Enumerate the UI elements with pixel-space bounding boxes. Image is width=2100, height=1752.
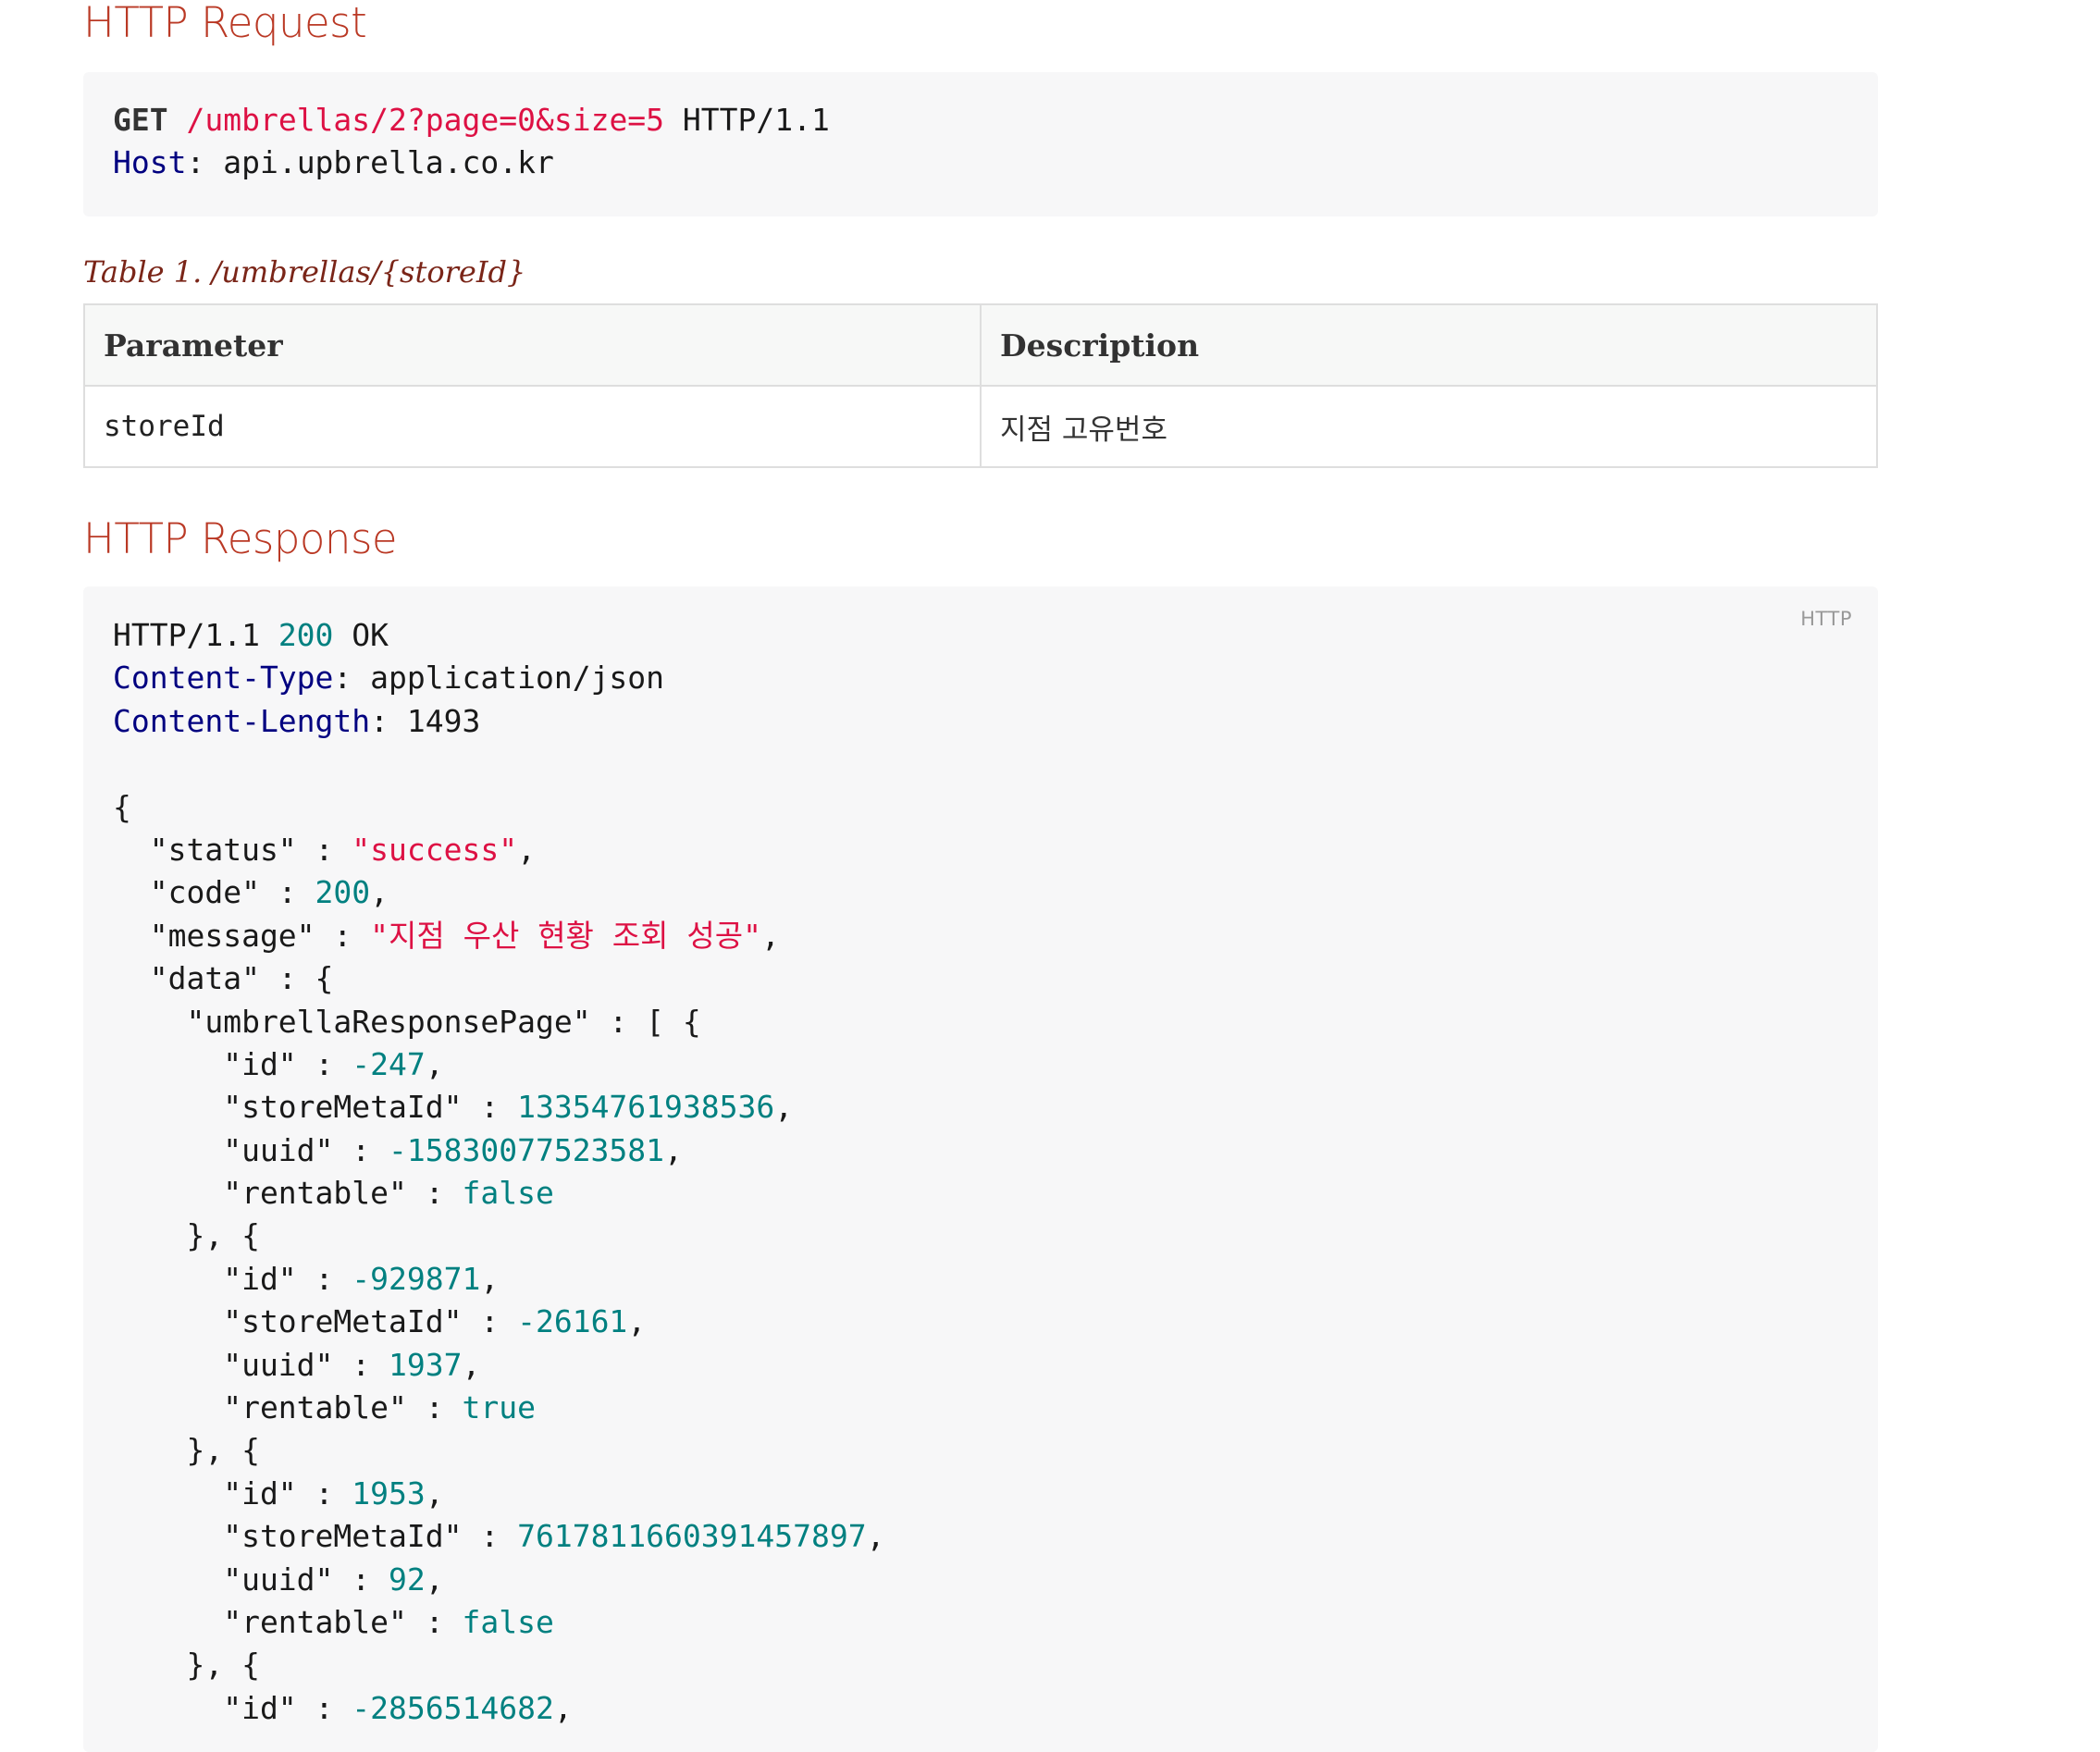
json-page-line: "umbrellaResponsePage" : [ { <box>113 1003 701 1040</box>
json-item-id: "id" : -247, <box>113 1045 444 1082</box>
json-boolean-value: false <box>462 1603 554 1640</box>
description-cell: 지점 고유번호 <box>980 385 1878 468</box>
json-number-value: 92 <box>389 1561 426 1598</box>
table-row: storeId 지점 고유번호 <box>83 385 1878 468</box>
json-message-line: "message" : "지점 우산 현황 조회 성공", <box>113 917 780 954</box>
json-number-value: 1953 <box>352 1474 426 1511</box>
json-string-value: "지점 우산 현황 조회 성공" <box>370 917 761 954</box>
json-item-rentable: "rentable" : false <box>113 1603 554 1640</box>
host-header-value: : api.upbrella.co.kr <box>186 144 554 181</box>
json-item-separator: }, { <box>113 1432 260 1469</box>
description-column-header: Description <box>980 303 1878 387</box>
response-header-key: Content-Type <box>113 660 334 697</box>
json-number-value: -2856514682 <box>352 1689 554 1726</box>
status-line: HTTP/1.1 200 OK <box>113 614 1848 657</box>
json-number-value: -26161 <box>517 1303 628 1340</box>
language-label: HTTP <box>1800 608 1852 630</box>
host-header-key: Host <box>113 144 187 181</box>
json-item-storemetaid: "storeMetaId" : 13354761938536, <box>113 1089 794 1126</box>
json-key: "code" : <box>113 874 315 911</box>
json-number-value: 200 <box>315 874 371 911</box>
json-code-line: "code" : 200, <box>113 874 389 911</box>
json-item-uuid: "uuid" : -15830077523581, <box>113 1131 683 1168</box>
json-key: "message" : <box>113 917 371 954</box>
status-code: 200 <box>278 617 334 653</box>
json-number-value: -247 <box>352 1045 426 1082</box>
json-number-value: -15830077523581 <box>389 1131 665 1168</box>
json-item-separator: }, { <box>113 1217 260 1254</box>
request-protocol: HTTP/1.1 <box>664 102 830 138</box>
response-header-line: Content-Length: 1493 <box>113 700 1848 743</box>
json-status-line: "status" : "success", <box>113 831 536 868</box>
json-item-id: "id" : -929871, <box>113 1260 500 1297</box>
json-item-uuid: "uuid" : 92, <box>113 1561 444 1598</box>
json-string-value: "success" <box>352 831 518 868</box>
json-data-line: "data" : { <box>113 960 334 997</box>
http-request-code-block: GET /umbrellas/2?page=0&size=5 HTTP/1.1 … <box>83 72 1878 216</box>
json-item-rentable: "rentable" : true <box>113 1389 536 1426</box>
request-path: /umbrellas/2?page=0&size=5 <box>186 102 665 138</box>
json-item-storemetaid: "storeMetaId" : 7617811660391457897, <box>113 1518 885 1555</box>
response-header-value: : application/json <box>333 660 665 697</box>
json-item-id: "id" : -2856514682, <box>113 1689 573 1726</box>
http-response-code-block: HTTP HTTP/1.1 200 OK Content-Type: appli… <box>83 586 1878 1752</box>
json-item-separator: }, { <box>113 1647 260 1684</box>
table-header-row: Parameter Description <box>83 303 1878 387</box>
json-key: "status" : <box>113 831 352 868</box>
json-item-uuid: "uuid" : 1937, <box>113 1346 481 1383</box>
json-number-value: -929871 <box>352 1260 481 1297</box>
response-header-value: : 1493 <box>370 702 481 739</box>
parameter-column-header: Parameter <box>83 303 982 387</box>
table-caption: Table 1. /umbrellas/{storeId} <box>83 254 526 290</box>
request-method: GET <box>113 102 168 138</box>
http-response-heading: HTTP Response <box>83 514 398 563</box>
status-protocol: HTTP/1.1 <box>113 617 278 653</box>
json-number-value: 13354761938536 <box>517 1089 775 1126</box>
json-boolean-value: true <box>462 1389 536 1426</box>
json-item-rentable: "rentable" : false <box>113 1175 554 1212</box>
response-header-key: Content-Length <box>113 702 371 739</box>
status-text: OK <box>333 617 389 653</box>
json-open-brace: { <box>113 788 131 825</box>
request-host-line: Host: api.upbrella.co.kr <box>113 142 1848 184</box>
path-parameters-table: Parameter Description storeId 지점 고유번호 <box>83 303 1878 468</box>
parameter-cell: storeId <box>83 385 982 468</box>
response-header-line: Content-Type: application/json <box>113 657 1848 699</box>
json-number-value: 7617811660391457897 <box>517 1518 867 1555</box>
json-number-value: 1937 <box>389 1346 463 1383</box>
http-request-heading: HTTP Request <box>83 0 367 47</box>
request-line: GET /umbrellas/2?page=0&size=5 HTTP/1.1 <box>113 99 1848 142</box>
json-item-storemetaid: "storeMetaId" : -26161, <box>113 1303 647 1340</box>
json-item-id: "id" : 1953, <box>113 1474 444 1511</box>
json-boolean-value: false <box>462 1175 554 1212</box>
